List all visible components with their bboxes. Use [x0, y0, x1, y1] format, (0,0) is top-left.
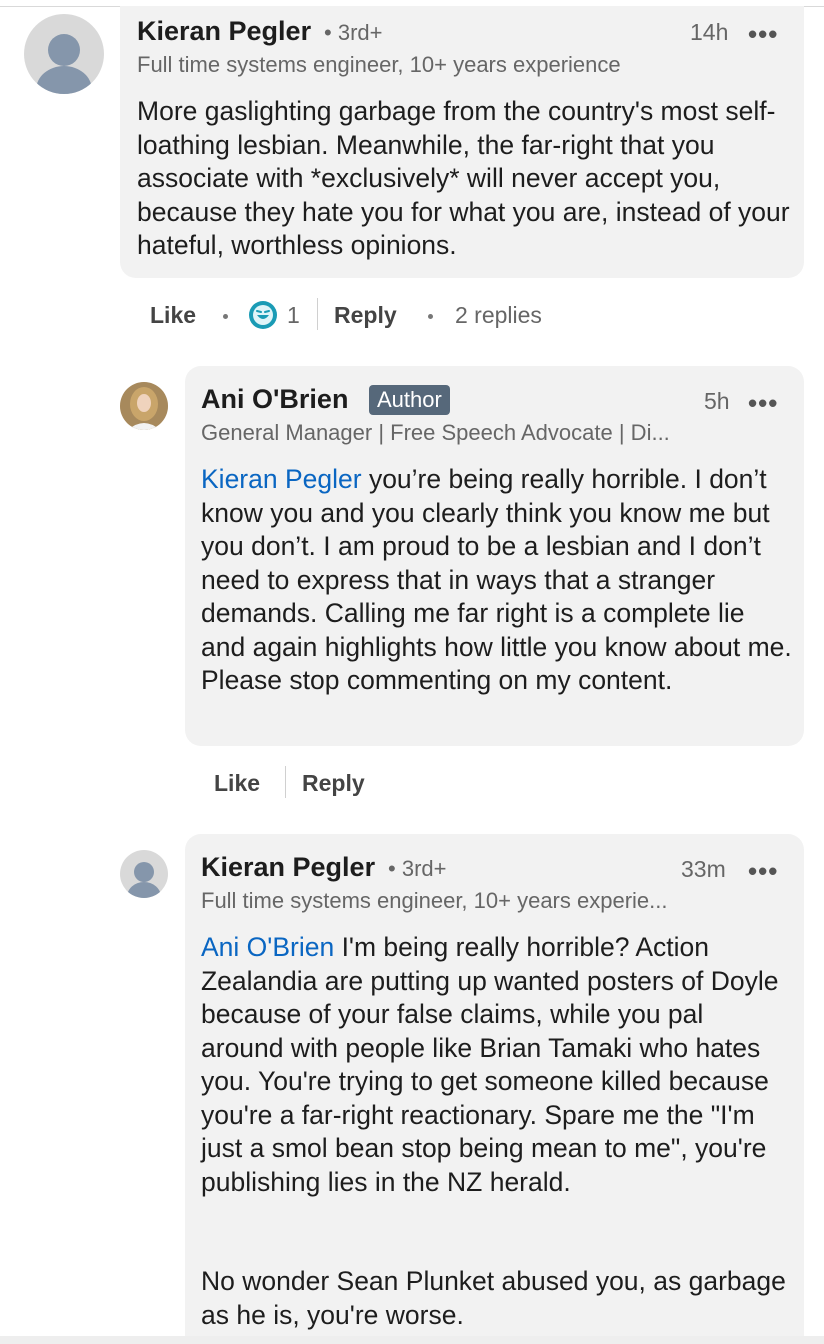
- avatar-icon[interactable]: [24, 14, 104, 94]
- connection-degree: • 3rd+: [388, 856, 447, 881]
- comment-text: Ani O'Brien I'm being really horrible? A…: [201, 932, 779, 1197]
- comment-author[interactable]: Kieran Pegler: [137, 16, 311, 47]
- replies-count[interactable]: 2 replies: [455, 302, 542, 329]
- divider: [317, 298, 318, 330]
- profile-photo-avatar[interactable]: [120, 382, 168, 430]
- avatar-icon[interactable]: [120, 850, 168, 898]
- mention-link[interactable]: Kieran Pegler: [201, 464, 362, 494]
- author-headline: General Manager | Free Speech Advocate |…: [201, 420, 670, 445]
- mention-link[interactable]: Ani O'Brien: [201, 932, 334, 962]
- author-headline: Full time systems engineer, 10+ years ex…: [137, 52, 621, 77]
- comment-author[interactable]: Kieran Pegler: [201, 852, 375, 883]
- comment-text: More gaslighting garbage from the countr…: [137, 96, 790, 260]
- reply-button[interactable]: Reply: [334, 302, 397, 329]
- divider: [285, 766, 286, 798]
- comment-author[interactable]: Ani O'Brien: [201, 384, 348, 415]
- more-options-icon[interactable]: •••: [748, 21, 778, 47]
- connection-degree: • 3rd+: [324, 20, 383, 45]
- more-options-icon[interactable]: •••: [748, 858, 778, 884]
- separator-dot: [223, 314, 228, 319]
- author-headline: Full time systems engineer, 10+ years ex…: [201, 888, 668, 913]
- laugh-reaction-icon[interactable]: [248, 300, 278, 330]
- comment-time: 5h: [704, 388, 730, 414]
- comment-time: 14h: [690, 19, 729, 45]
- like-button[interactable]: Like: [150, 302, 196, 329]
- comment-text-paragraph: No wonder Sean Plunket abused you, as ga…: [201, 1266, 786, 1330]
- reaction-count[interactable]: 1: [287, 302, 300, 329]
- like-button[interactable]: Like: [214, 770, 260, 797]
- comment-text: Kieran Pegler you’re being really horrib…: [201, 464, 792, 695]
- comment-time: 33m: [681, 856, 726, 882]
- author-badge: Author: [369, 385, 450, 415]
- separator-dot: [428, 314, 433, 319]
- bottom-bar: [0, 1336, 824, 1344]
- more-options-icon[interactable]: •••: [748, 390, 778, 416]
- reply-button[interactable]: Reply: [302, 770, 365, 797]
